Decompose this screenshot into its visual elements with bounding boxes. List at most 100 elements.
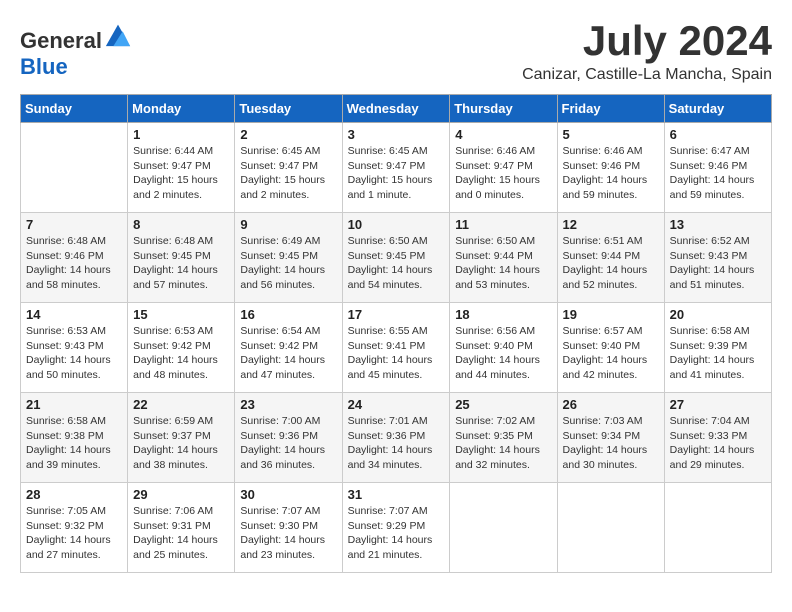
day-info: Sunrise: 6:56 AMSunset: 9:40 PMDaylight:… — [455, 324, 551, 383]
day-number: 9 — [240, 217, 336, 232]
weekday-header-row: SundayMondayTuesdayWednesdayThursdayFrid… — [21, 95, 772, 123]
day-info: Sunrise: 6:48 AMSunset: 9:46 PMDaylight:… — [26, 234, 122, 293]
logo-general: General — [20, 28, 102, 53]
calendar-cell: 2 Sunrise: 6:45 AMSunset: 9:47 PMDaylight… — [235, 123, 342, 213]
calendar-cell: 11 Sunrise: 6:50 AMSunset: 9:44 PMDayligh… — [450, 213, 557, 303]
calendar-cell: 14 Sunrise: 6:53 AMSunset: 9:43 PMDayligh… — [21, 303, 128, 393]
day-info: Sunrise: 6:47 AMSunset: 9:46 PMDaylight:… — [670, 144, 766, 203]
day-info: Sunrise: 6:54 AMSunset: 9:42 PMDaylight:… — [240, 324, 336, 383]
day-info: Sunrise: 7:01 AMSunset: 9:36 PMDaylight:… — [348, 414, 445, 473]
weekday-header-sunday: Sunday — [21, 95, 128, 123]
weekday-header-monday: Monday — [128, 95, 235, 123]
day-info: Sunrise: 6:48 AMSunset: 9:45 PMDaylight:… — [133, 234, 229, 293]
day-number: 3 — [348, 127, 445, 142]
logo: General Blue — [20, 20, 132, 80]
day-number: 19 — [563, 307, 659, 322]
calendar-cell: 3 Sunrise: 6:45 AMSunset: 9:47 PMDaylight… — [342, 123, 450, 213]
day-info: Sunrise: 6:44 AMSunset: 9:47 PMDaylight:… — [133, 144, 229, 203]
calendar-cell: 15 Sunrise: 6:53 AMSunset: 9:42 PMDayligh… — [128, 303, 235, 393]
day-info: Sunrise: 6:58 AMSunset: 9:39 PMDaylight:… — [670, 324, 766, 383]
day-info: Sunrise: 6:53 AMSunset: 9:42 PMDaylight:… — [133, 324, 229, 383]
day-number: 6 — [670, 127, 766, 142]
calendar-cell: 20Sunrise: 6:58 AMSunset: 9:39 PMDayligh… — [664, 303, 771, 393]
day-number: 31 — [348, 487, 445, 502]
day-number: 11 — [455, 217, 551, 232]
day-number: 27 — [670, 397, 766, 412]
day-info: Sunrise: 6:46 AMSunset: 9:47 PMDaylight:… — [455, 144, 551, 203]
calendar-cell: 21 Sunrise: 6:58 AMSunset: 9:38 PMDayligh… — [21, 393, 128, 483]
day-info: Sunrise: 6:50 AMSunset: 9:44 PMDaylight:… — [455, 234, 551, 293]
calendar-cell: 26Sunrise: 7:03 AMSunset: 9:34 PMDayligh… — [557, 393, 664, 483]
month-title: July 2024 — [522, 20, 772, 62]
calendar-cell: 23 Sunrise: 7:00 AMSunset: 9:36 PMDayligh… — [235, 393, 342, 483]
calendar-cell: 10 Sunrise: 6:50 AMSunset: 9:45 PMDayligh… — [342, 213, 450, 303]
calendar-cell: 9 Sunrise: 6:49 AMSunset: 9:45 PMDaylight… — [235, 213, 342, 303]
calendar-cell: 22 Sunrise: 6:59 AMSunset: 9:37 PMDayligh… — [128, 393, 235, 483]
weekday-header-wednesday: Wednesday — [342, 95, 450, 123]
calendar-cell: 18 Sunrise: 6:56 AMSunset: 9:40 PMDayligh… — [450, 303, 557, 393]
day-number: 1 — [133, 127, 229, 142]
day-info: Sunrise: 7:06 AMSunset: 9:31 PMDaylight:… — [133, 504, 229, 563]
logo-text: General Blue — [20, 20, 132, 80]
day-number: 15 — [133, 307, 229, 322]
calendar-cell: 1 Sunrise: 6:44 AMSunset: 9:47 PMDaylight… — [128, 123, 235, 213]
calendar-cell: 24 Sunrise: 7:01 AMSunset: 9:36 PMDayligh… — [342, 393, 450, 483]
day-info: Sunrise: 6:59 AMSunset: 9:37 PMDaylight:… — [133, 414, 229, 473]
day-number: 14 — [26, 307, 122, 322]
calendar-week-row: 1 Sunrise: 6:44 AMSunset: 9:47 PMDaylight… — [21, 123, 772, 213]
day-number: 4 — [455, 127, 551, 142]
calendar-week-row: 7 Sunrise: 6:48 AMSunset: 9:46 PMDaylight… — [21, 213, 772, 303]
day-number: 22 — [133, 397, 229, 412]
location-title: Canizar, Castille-La Mancha, Spain — [522, 66, 772, 84]
day-number: 7 — [26, 217, 122, 232]
logo-icon — [104, 20, 132, 48]
logo-blue: Blue — [20, 54, 68, 79]
day-info: Sunrise: 6:57 AMSunset: 9:40 PMDaylight:… — [563, 324, 659, 383]
day-info: Sunrise: 6:45 AMSunset: 9:47 PMDaylight:… — [348, 144, 445, 203]
title-block: July 2024 Canizar, Castille-La Mancha, S… — [522, 20, 772, 84]
calendar-table: SundayMondayTuesdayWednesdayThursdayFrid… — [20, 94, 772, 573]
day-number: 18 — [455, 307, 551, 322]
day-number: 30 — [240, 487, 336, 502]
day-number: 17 — [348, 307, 445, 322]
calendar-cell: 16 Sunrise: 6:54 AMSunset: 9:42 PMDayligh… — [235, 303, 342, 393]
calendar-week-row: 14 Sunrise: 6:53 AMSunset: 9:43 PMDayligh… — [21, 303, 772, 393]
day-info: Sunrise: 7:02 AMSunset: 9:35 PMDaylight:… — [455, 414, 551, 473]
calendar-cell: 19 Sunrise: 6:57 AMSunset: 9:40 PMDayligh… — [557, 303, 664, 393]
day-info: Sunrise: 7:03 AMSunset: 9:34 PMDaylight:… — [563, 414, 659, 473]
day-number: 2 — [240, 127, 336, 142]
day-info: Sunrise: 6:53 AMSunset: 9:43 PMDaylight:… — [26, 324, 122, 383]
calendar-cell: 4 Sunrise: 6:46 AMSunset: 9:47 PMDaylight… — [450, 123, 557, 213]
calendar-cell — [664, 483, 771, 573]
day-number: 23 — [240, 397, 336, 412]
calendar-cell: 30Sunrise: 7:07 AMSunset: 9:30 PMDayligh… — [235, 483, 342, 573]
day-number: 29 — [133, 487, 229, 502]
calendar-week-row: 28Sunrise: 7:05 AMSunset: 9:32 PMDayligh… — [21, 483, 772, 573]
calendar-cell: 13Sunrise: 6:52 AMSunset: 9:43 PMDayligh… — [664, 213, 771, 303]
calendar-cell: 7 Sunrise: 6:48 AMSunset: 9:46 PMDaylight… — [21, 213, 128, 303]
weekday-header-thursday: Thursday — [450, 95, 557, 123]
calendar-cell: 27 Sunrise: 7:04 AMSunset: 9:33 PMDayligh… — [664, 393, 771, 483]
calendar-cell — [450, 483, 557, 573]
calendar-week-row: 21 Sunrise: 6:58 AMSunset: 9:38 PMDayligh… — [21, 393, 772, 483]
calendar-cell: 5 Sunrise: 6:46 AMSunset: 9:46 PMDaylight… — [557, 123, 664, 213]
calendar-cell: 12Sunrise: 6:51 AMSunset: 9:44 PMDayligh… — [557, 213, 664, 303]
day-info: Sunrise: 7:00 AMSunset: 9:36 PMDaylight:… — [240, 414, 336, 473]
day-info: Sunrise: 6:49 AMSunset: 9:45 PMDaylight:… — [240, 234, 336, 293]
day-info: Sunrise: 6:45 AMSunset: 9:47 PMDaylight:… — [240, 144, 336, 203]
day-number: 8 — [133, 217, 229, 232]
calendar-cell: 8 Sunrise: 6:48 AMSunset: 9:45 PMDaylight… — [128, 213, 235, 303]
weekday-header-friday: Friday — [557, 95, 664, 123]
day-info: Sunrise: 6:46 AMSunset: 9:46 PMDaylight:… — [563, 144, 659, 203]
day-info: Sunrise: 7:07 AMSunset: 9:29 PMDaylight:… — [348, 504, 445, 563]
day-info: Sunrise: 7:05 AMSunset: 9:32 PMDaylight:… — [26, 504, 122, 563]
day-number: 10 — [348, 217, 445, 232]
day-info: Sunrise: 6:58 AMSunset: 9:38 PMDaylight:… — [26, 414, 122, 473]
day-number: 21 — [26, 397, 122, 412]
day-number: 5 — [563, 127, 659, 142]
day-number: 24 — [348, 397, 445, 412]
day-info: Sunrise: 7:04 AMSunset: 9:33 PMDaylight:… — [670, 414, 766, 473]
day-info: Sunrise: 6:51 AMSunset: 9:44 PMDaylight:… — [563, 234, 659, 293]
day-info: Sunrise: 6:50 AMSunset: 9:45 PMDaylight:… — [348, 234, 445, 293]
day-number: 16 — [240, 307, 336, 322]
